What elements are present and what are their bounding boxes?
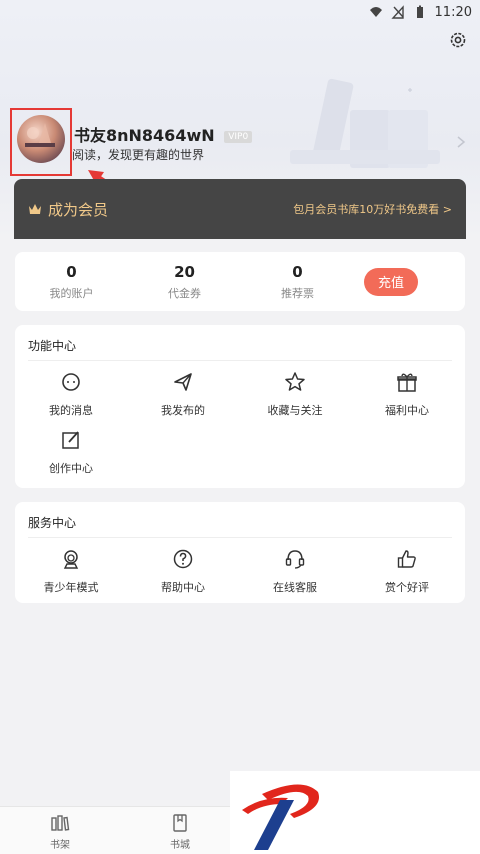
stat-account[interactable]: 0 我的账户 <box>15 263 128 301</box>
account-card: 0 我的账户 20 代金券 0 推荐票 充值 <box>15 252 465 311</box>
avatar-highlight-box <box>10 108 72 176</box>
avatar[interactable] <box>17 115 65 163</box>
username-text: 书友8nN8464wN <box>74 126 215 145</box>
divider <box>28 537 452 538</box>
stat-value: 0 <box>66 262 77 281</box>
tab-label: 书城 <box>170 840 190 851</box>
message-icon <box>62 373 80 391</box>
menu-label: 青少年模式 <box>43 581 99 594</box>
profile-slogan: 阅读，发现更有趣的世界 <box>72 148 205 162</box>
help-icon <box>173 549 193 569</box>
menu-online-support[interactable]: 在线客服 <box>239 546 351 604</box>
username[interactable]: 书友8nN8464wN VIP0 <box>74 122 253 146</box>
star-icon <box>285 372 305 391</box>
menu-favorites[interactable]: 收藏与关注 <box>239 369 351 427</box>
menu-label: 帮助中心 <box>161 581 205 594</box>
service-center-card: 服务中心 青少年模式 帮助中心 在线客服 赏个好评 <box>15 502 465 603</box>
bookshelf-icon <box>51 815 70 831</box>
tab-bookstore[interactable]: 书城 <box>120 807 240 854</box>
tab-bookshelf[interactable]: 书架 <box>0 807 120 854</box>
chevron-right-icon[interactable] <box>456 136 466 148</box>
menu-label: 赏个好评 <box>385 581 429 594</box>
menu-label: 福利中心 <box>385 404 429 417</box>
menu-help-center[interactable]: 帮助中心 <box>127 546 239 604</box>
member-title: 成为会员 <box>48 200 109 219</box>
crown-icon <box>29 204 41 214</box>
thumbs-up-icon <box>397 550 416 568</box>
vip-badge: VIP0 <box>224 130 253 143</box>
stat-value: 20 <box>174 262 195 281</box>
settings-gear-icon[interactable] <box>448 30 468 50</box>
menu-label: 创作中心 <box>49 462 93 475</box>
edit-icon <box>62 431 79 449</box>
menu-label: 在线客服 <box>273 581 317 594</box>
bookstore-icon <box>173 814 187 832</box>
service-center-title: 服务中心 <box>28 516 77 530</box>
member-title-group: 成为会员 <box>28 199 108 220</box>
books-illustration <box>290 78 440 168</box>
avatar-image <box>25 123 55 147</box>
menu-welfare-center[interactable]: 福利中心 <box>351 369 463 427</box>
headset-icon <box>285 550 305 569</box>
teen-icon <box>63 550 79 569</box>
no-signal-icon <box>390 5 404 19</box>
stat-label: 推荐票 <box>281 286 314 300</box>
menu-label: 我的消息 <box>49 404 93 417</box>
stat-value: 0 <box>292 262 303 281</box>
stat-label: 我的账户 <box>49 286 94 300</box>
tab-label: 书架 <box>50 840 70 851</box>
menu-rate-app[interactable]: 赏个好评 <box>351 546 463 604</box>
send-icon <box>174 373 192 391</box>
menu-teen-mode[interactable]: 青少年模式 <box>15 546 127 604</box>
battery-icon <box>416 5 423 18</box>
wifi-icon <box>369 7 382 17</box>
function-center-title: 功能中心 <box>28 339 77 353</box>
stat-label: 代金券 <box>168 286 201 300</box>
status-time: 11:20 <box>434 4 472 20</box>
stat-vouchers[interactable]: 20 代金券 <box>128 263 241 301</box>
service-grid: 青少年模式 帮助中心 在线客服 赏个好评 <box>15 546 465 604</box>
member-promo-link[interactable]: 包月会员书库10万好书免费看 > <box>293 201 452 217</box>
menu-creation-center[interactable]: 创作中心 <box>15 427 127 485</box>
divider <box>28 360 452 361</box>
watermark-logo <box>242 784 319 850</box>
gift-icon <box>397 373 417 392</box>
stat-recommend-tickets[interactable]: 0 推荐票 <box>241 263 354 301</box>
status-bar: 11:20 <box>0 0 480 24</box>
recharge-button[interactable]: 充值 <box>364 267 418 296</box>
menu-my-messages[interactable]: 我的消息 <box>15 369 127 427</box>
menu-my-posts[interactable]: 我发布的 <box>127 369 239 427</box>
menu-label: 收藏与关注 <box>267 404 323 417</box>
become-member-banner[interactable]: 成为会员 包月会员书库10万好书免费看 > <box>14 179 466 239</box>
function-center-card: 功能中心 我的消息 我发布的 收藏与关注 福利中心 创作中心 <box>15 325 465 488</box>
menu-label: 我发布的 <box>161 404 205 417</box>
function-grid: 我的消息 我发布的 收藏与关注 福利中心 创作中心 <box>15 369 465 485</box>
